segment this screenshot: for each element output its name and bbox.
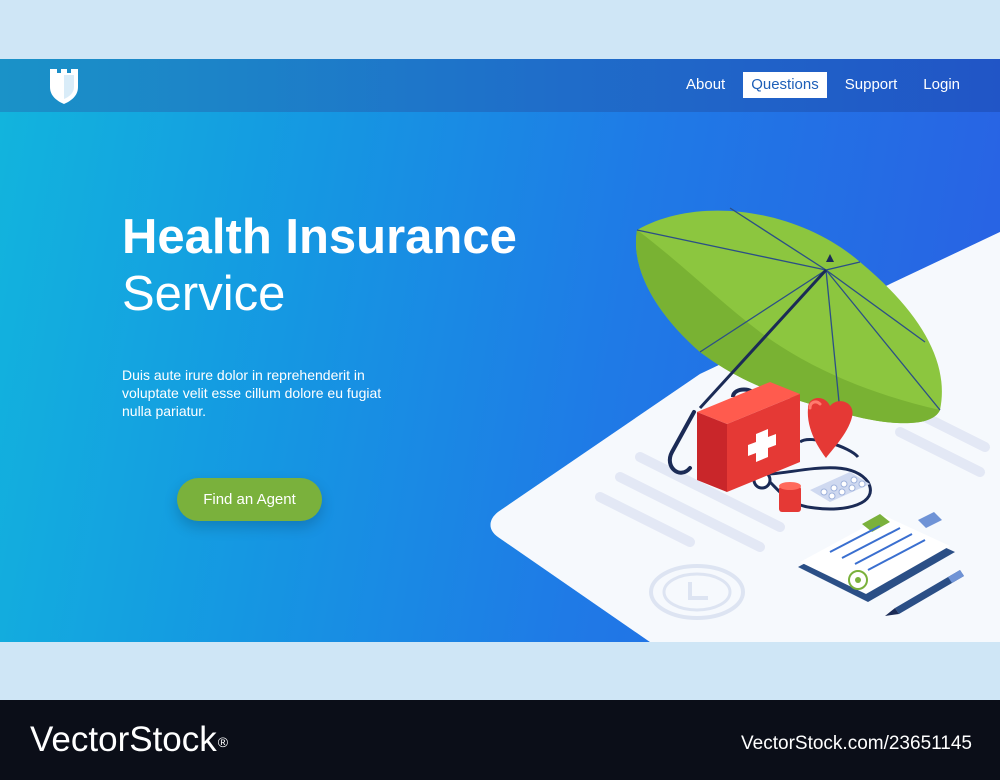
nav-questions[interactable]: Questions — [743, 72, 827, 98]
watermark-id: VectorStock.com/23651145 — [741, 733, 972, 754]
watermark-brand-text: VectorStock — [30, 720, 217, 759]
main-nav: About Questions Support Login — [678, 72, 968, 98]
hero-title: Health Insurance — [122, 210, 517, 264]
registered-mark: ® — [217, 734, 229, 750]
nav-about[interactable]: About — [678, 72, 733, 98]
hero-section: Health Insurance Service Duis aute irure… — [0, 112, 1000, 642]
shield-logo-icon[interactable] — [48, 67, 80, 105]
hero-description: Duis aute irure dolor in reprehenderit i… — [122, 367, 382, 419]
hero-subtitle: Service — [122, 267, 286, 321]
navbar: About Questions Support Login — [0, 59, 1000, 112]
bottom-band — [0, 642, 1000, 700]
pill-bottle-icon — [779, 482, 801, 512]
nav-login[interactable]: Login — [915, 72, 968, 98]
watermark-bar: VectorStock® VectorStock.com/23651145 — [0, 700, 1000, 780]
nav-support[interactable]: Support — [837, 72, 906, 98]
top-band — [0, 0, 1000, 59]
find-agent-button[interactable]: Find an Agent — [177, 478, 322, 521]
watermark-brand: VectorStock® — [30, 720, 228, 760]
